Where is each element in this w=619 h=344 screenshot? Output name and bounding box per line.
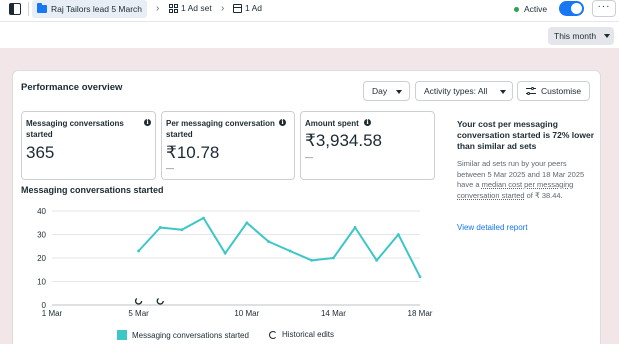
metric-card-amount-spent[interactable]: Amount spent i ₹3,934.58 — (300, 111, 435, 180)
insight-body-text: of ₹ 38.44. (524, 190, 563, 200)
chevron-right-icon: › (221, 3, 225, 14)
customise-label: Customise (541, 86, 582, 96)
caret-down-icon (396, 90, 402, 94)
legend-series[interactable]: Messaging conversations started (117, 330, 249, 340)
breadcrumb-adset[interactable]: 1 Ad set (169, 3, 212, 13)
date-range-button[interactable]: This month (548, 27, 614, 45)
insight-body: Similar ad sets run by your peers betwee… (457, 159, 594, 201)
date-range-label: This month (554, 31, 597, 41)
x-tick-label: 5 Mar (128, 309, 149, 318)
x-tick-label: 10 Mar (234, 309, 259, 318)
caret-down-icon (500, 90, 506, 94)
y-tick-label: 30 (37, 231, 46, 240)
metric-card-conversations[interactable]: Messaging conversations started i 365 (21, 111, 156, 180)
metric-label: Messaging conversations started (26, 119, 124, 139)
metric-subtext: — (305, 153, 313, 162)
more-options-button[interactable]: ··· (592, 0, 616, 17)
metric-card-cost-per-conversation[interactable]: Per messaging conversation started i ₹10… (161, 111, 295, 180)
view-detailed-report-link[interactable]: View detailed report (457, 223, 528, 232)
ad-set-icon (169, 3, 178, 13)
sidebar-toggle-icon[interactable] (9, 3, 21, 15)
legend-swatch (117, 330, 127, 340)
customise-button[interactable]: Customise (517, 81, 590, 101)
caret-down-icon (604, 34, 610, 38)
metric-value: ₹3,934.58 (305, 131, 382, 150)
legend-edits-label: Historical edits (282, 330, 335, 339)
info-icon[interactable]: i (364, 119, 371, 126)
sub-header: This month (0, 22, 619, 48)
metric-label: Per messaging conversation started (166, 119, 275, 139)
x-tick-label: 14 Mar (321, 309, 346, 318)
legend-historical-edits[interactable]: Historical edits (269, 330, 334, 339)
toggle-knob (571, 3, 582, 14)
section-title: Performance overview (21, 82, 123, 93)
breadcrumb-ad-label: 1 Ad (245, 3, 263, 13)
divider (28, 2, 29, 16)
activity-types-dropdown[interactable]: Activity types: All (415, 81, 513, 101)
top-bar: Raj Tailors lead 5 March › 1 Ad set › 1 … (0, 0, 619, 20)
chart-title: Messaging conversations started (21, 185, 164, 195)
day-dropdown[interactable]: Day (363, 81, 410, 101)
breadcrumb-ad[interactable]: 1 Ad (233, 3, 262, 13)
x-tick-label: 1 Mar (42, 309, 63, 318)
historical-edit-marker[interactable] (156, 297, 164, 305)
breadcrumb-campaign-label: Raj Tailors lead 5 March (51, 4, 143, 14)
breadcrumb-adset-label: 1 Ad set (181, 3, 212, 13)
day-dropdown-label: Day (372, 86, 388, 96)
line-chart[interactable]: 0102030401 Mar 5 Mar 10 Mar 14 Mar 18 Mar (20, 200, 440, 322)
status-label: Active (524, 4, 548, 14)
series-line[interactable] (137, 217, 421, 278)
settings-sliders-icon (526, 86, 536, 95)
y-tick-label: 20 (37, 254, 46, 263)
metric-value: 365 (26, 143, 55, 162)
y-tick-label: 40 (37, 207, 46, 216)
info-icon[interactable]: i (144, 119, 151, 126)
active-toggle[interactable] (559, 1, 584, 16)
ad-icon (233, 3, 242, 13)
chevron-right-icon: › (156, 3, 160, 14)
metric-subtext: — (166, 164, 174, 173)
insight-title: Your cost per messaging conversation sta… (457, 119, 594, 151)
folder-icon (37, 3, 47, 13)
status-dot (514, 7, 519, 12)
metric-value: ₹10.78 (166, 143, 220, 162)
y-tick-label: 10 (37, 278, 46, 287)
historical-edit-icon (269, 330, 277, 339)
breadcrumb-campaign[interactable]: Raj Tailors lead 5 March (32, 0, 148, 18)
historical-edit-marker[interactable] (134, 297, 143, 305)
info-icon[interactable]: i (279, 119, 286, 126)
legend-series-label: Messaging conversations started (132, 330, 249, 340)
x-tick-label: 18 Mar (408, 309, 433, 318)
activity-types-label: Activity types: All (424, 86, 488, 96)
